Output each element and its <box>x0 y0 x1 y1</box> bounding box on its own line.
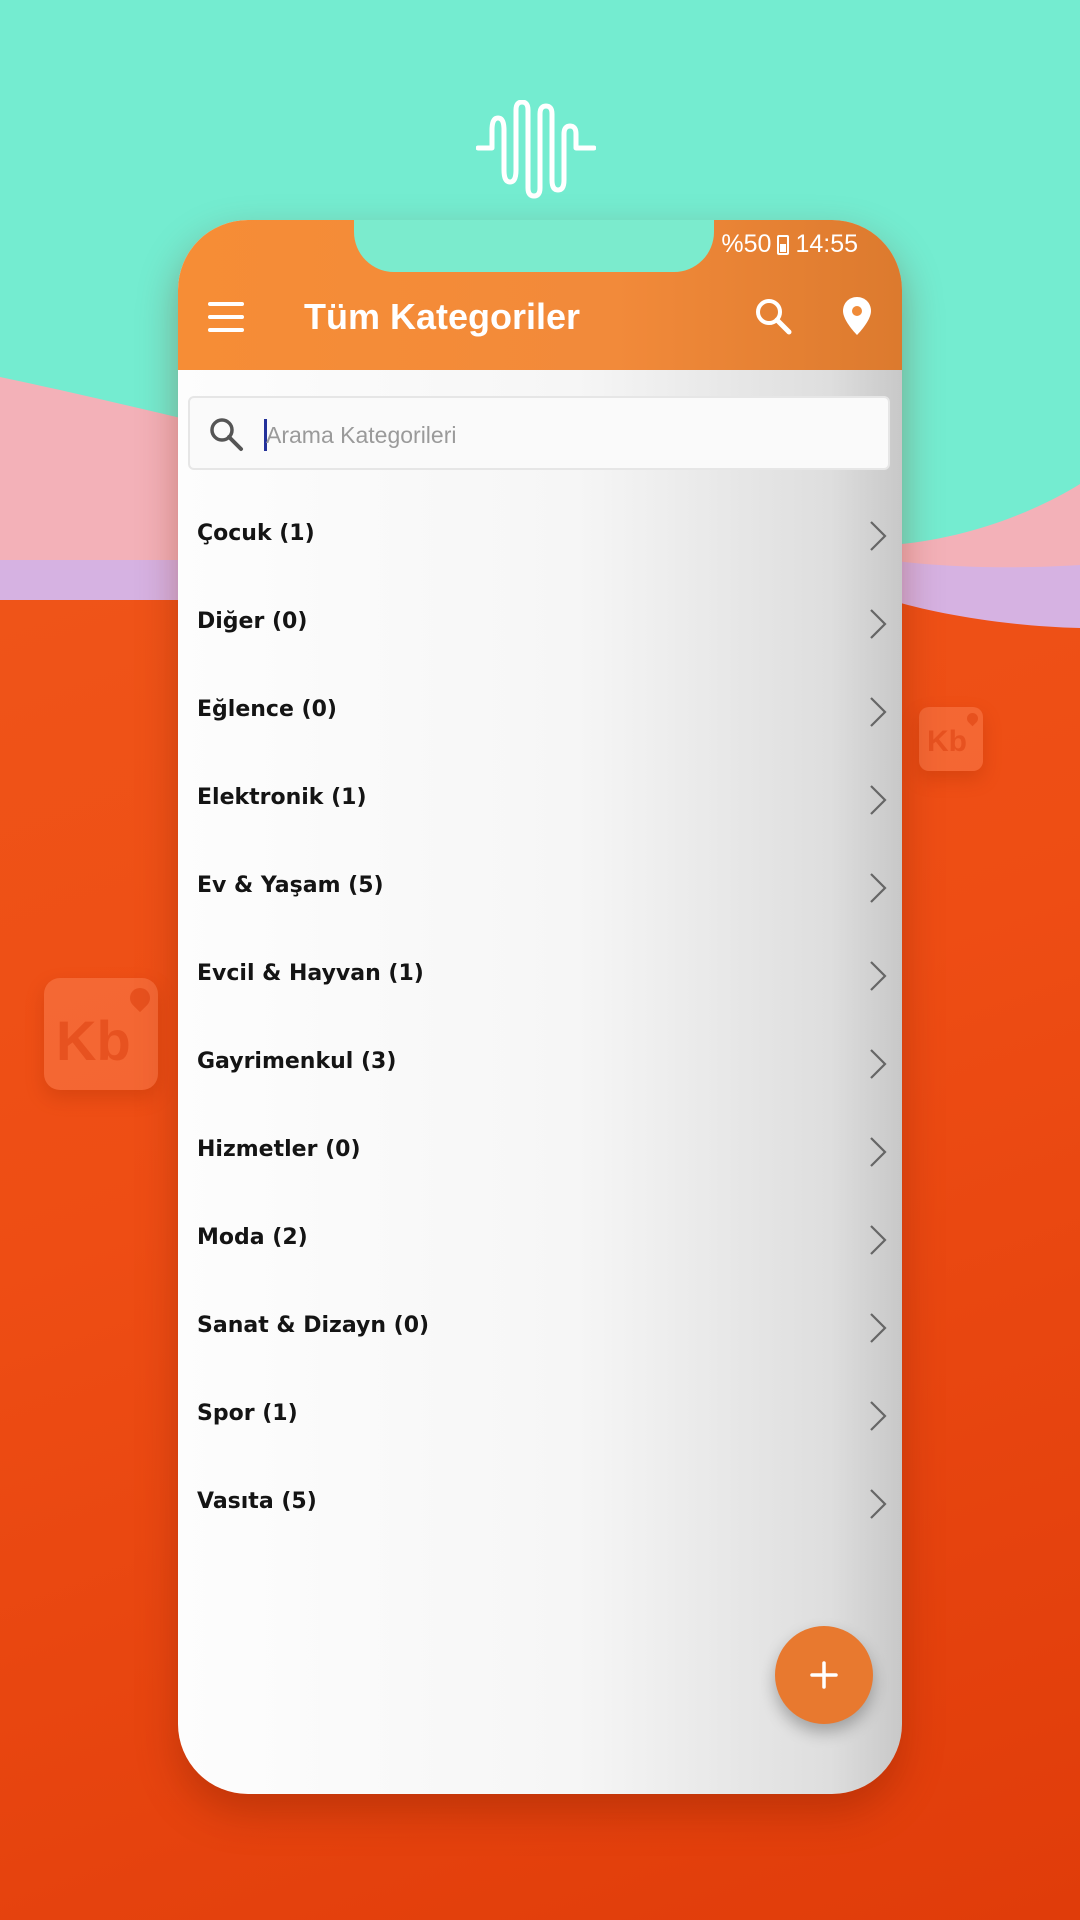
list-item[interactable]: Moda (2) <box>178 1194 902 1282</box>
list-item[interactable]: Çocuk (1) <box>178 490 902 578</box>
category-label: Moda (2) <box>197 1225 308 1250</box>
kb-logo-text: Kb <box>927 725 967 758</box>
add-listing-button[interactable] <box>775 1626 873 1724</box>
search-input[interactable] <box>264 412 868 458</box>
list-item[interactable]: Evcil & Hayvan (1) <box>178 930 902 1018</box>
list-item[interactable]: Vasıta (5) <box>178 1458 902 1546</box>
chevron-right-icon <box>870 1137 887 1167</box>
chevron-right-icon <box>870 521 887 551</box>
category-label: Vasıta (5) <box>197 1489 317 1514</box>
location-pin-icon[interactable] <box>842 296 872 336</box>
kb-logo-badge-small: Kb <box>919 707 983 771</box>
category-label: Gayrimenkul (3) <box>197 1049 397 1074</box>
category-label: Sanat & Dizayn (0) <box>197 1313 430 1338</box>
page-title: Tüm Kategoriler <box>304 296 581 337</box>
clock: 14:55 <box>795 230 858 258</box>
chevron-right-icon <box>870 785 887 815</box>
list-item[interactable]: Ev & Yaşam (5) <box>178 842 902 930</box>
category-label: Çocuk (1) <box>197 521 315 546</box>
battery-icon <box>777 234 790 255</box>
location-pin-icon <box>964 710 981 727</box>
chevron-right-icon <box>870 961 887 991</box>
list-item[interactable]: Diğer (0) <box>178 578 902 666</box>
category-list: Çocuk (1) Diğer (0) Eğlence (0) Elektron… <box>178 490 902 1546</box>
chevron-right-icon <box>870 1313 887 1343</box>
list-item[interactable]: Eğlence (0) <box>178 666 902 754</box>
chevron-right-icon <box>870 1489 887 1519</box>
app-bar: %50 14:55 Tüm Kategoriler <box>178 220 902 370</box>
chevron-right-icon <box>870 609 887 639</box>
chevron-right-icon <box>870 873 887 903</box>
chevron-right-icon <box>870 1401 887 1431</box>
list-item[interactable]: Spor (1) <box>178 1370 902 1458</box>
category-label: Ev & Yaşam (5) <box>197 873 384 898</box>
category-label: Hizmetler (0) <box>197 1137 361 1162</box>
phone-screen: %50 14:55 Tüm Kategoriler Çocuk (1) <box>178 220 902 1794</box>
phone-notch <box>354 220 714 272</box>
list-item[interactable]: Sanat & Dizayn (0) <box>178 1282 902 1370</box>
sound-wave-icon <box>476 100 596 199</box>
chevron-right-icon <box>870 697 887 727</box>
category-search-field[interactable] <box>188 396 890 470</box>
kb-logo-badge: Kb <box>44 978 158 1090</box>
chevron-right-icon <box>870 1049 887 1079</box>
menu-icon[interactable] <box>208 302 244 332</box>
chevron-right-icon <box>870 1225 887 1255</box>
category-label: Diğer (0) <box>197 609 308 634</box>
status-bar: %50 14:55 <box>721 230 858 259</box>
search-icon <box>210 418 243 451</box>
category-label: Evcil & Hayvan (1) <box>197 961 424 986</box>
list-item[interactable]: Gayrimenkul (3) <box>178 1018 902 1106</box>
category-label: Spor (1) <box>197 1401 298 1426</box>
kb-logo-text: Kb <box>56 1009 131 1072</box>
category-label: Eğlence (0) <box>197 697 337 722</box>
list-item[interactable]: Elektronik (1) <box>178 754 902 842</box>
search-icon[interactable] <box>753 296 793 336</box>
plus-icon <box>810 1661 838 1689</box>
category-label: Elektronik (1) <box>197 785 367 810</box>
list-item[interactable]: Hizmetler (0) <box>178 1106 902 1194</box>
battery-percent: %50 <box>721 230 772 258</box>
